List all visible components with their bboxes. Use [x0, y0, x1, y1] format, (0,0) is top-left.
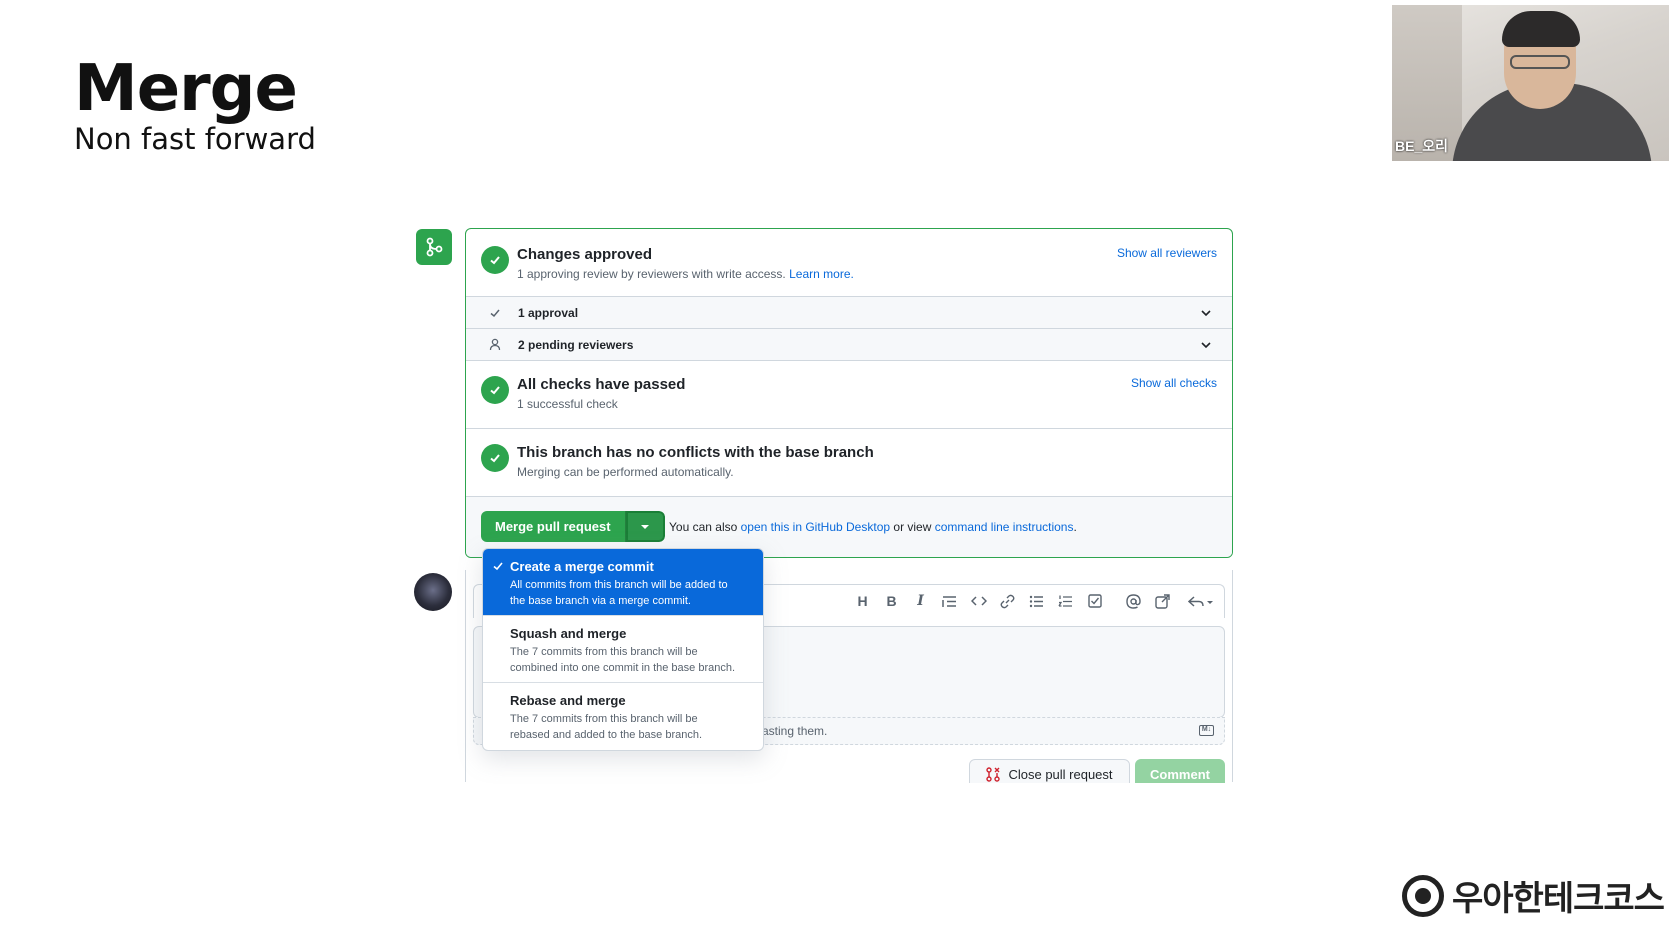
- option-description-line: The 7 commits from this branch will be: [510, 713, 698, 725]
- heading-icon[interactable]: H: [854, 592, 871, 610]
- merge-option-squash-and-merge[interactable]: Squash and merge The 7 commits from this…: [483, 616, 763, 683]
- option-description-line: The 7 commits from this branch will be: [510, 646, 698, 658]
- attach-hint-text: asting them.: [762, 724, 828, 738]
- period-text: .: [1073, 520, 1077, 534]
- chevron-down-icon[interactable]: [1200, 338, 1212, 356]
- option-description-line: All commits from this branch will be add…: [510, 579, 728, 591]
- code-icon[interactable]: [970, 592, 987, 610]
- checks-section: All checks have passed 1 successful chec…: [466, 361, 1232, 429]
- checks-heading: All checks have passed: [517, 376, 686, 393]
- conflicts-subtext: Merging can be performed automatically.: [517, 465, 734, 479]
- person-icon: [486, 338, 504, 351]
- presenter-hair: [1502, 11, 1580, 47]
- check-circle-icon: [481, 444, 509, 472]
- merge-option-rebase-and-merge[interactable]: Rebase and merge The 7 commits from this…: [483, 683, 763, 750]
- merge-box: Changes approved 1 approving review by r…: [465, 228, 1233, 558]
- merge-pull-request-button[interactable]: Merge pull request: [481, 511, 625, 542]
- approval-row[interactable]: 1 approval: [466, 297, 1232, 329]
- italic-icon[interactable]: I: [912, 592, 929, 610]
- conflicts-heading: This branch has no conflicts with the ba…: [517, 444, 874, 461]
- unordered-list-icon[interactable]: [1028, 592, 1045, 610]
- command-line-link[interactable]: command line instructions: [935, 520, 1074, 534]
- show-all-reviewers-link[interactable]: Show all reviewers: [1117, 246, 1217, 260]
- webcam-feed: BE_오리: [1392, 5, 1669, 161]
- option-title: Rebase and merge: [510, 693, 626, 708]
- ordered-list-icon[interactable]: [1057, 592, 1074, 610]
- mention-icon[interactable]: [1125, 592, 1142, 610]
- cropped-area: [400, 783, 1300, 843]
- approval-label: 1 approval: [518, 305, 579, 320]
- slide: Merge Non fast forward BE_오리 우아한테크코스 Cha…: [0, 0, 1674, 948]
- link-icon[interactable]: [999, 592, 1016, 610]
- reference-icon[interactable]: [1154, 592, 1171, 610]
- or-view-text: or view: [893, 520, 932, 534]
- pending-reviewers-label: 2 pending reviewers: [518, 337, 634, 352]
- show-all-checks-link[interactable]: Show all checks: [1131, 376, 1217, 390]
- brand-text: 우아한테크코스: [1452, 879, 1665, 919]
- close-pull-request-label: Close pull request: [1008, 766, 1113, 782]
- caret-down-icon: [641, 524, 650, 529]
- merge-option-create-merge-commit[interactable]: Create a merge commit All commits from t…: [483, 549, 763, 616]
- changes-approved-section: Changes approved 1 approving review by r…: [466, 229, 1232, 297]
- webcam-name-tag: BE_오리: [1395, 138, 1448, 154]
- quote-icon[interactable]: [941, 592, 958, 610]
- option-description-line: rebased and added to the base branch.: [510, 729, 703, 741]
- option-description-line: the base branch via a merge commit.: [510, 595, 691, 607]
- merge-method-dropdown-button[interactable]: [624, 511, 665, 542]
- github-desktop-link[interactable]: open this in GitHub Desktop: [741, 520, 890, 534]
- changes-approved-subtext: 1 approving review by reviewers with wri…: [517, 267, 854, 281]
- brand-logo: 우아한테크코스: [1402, 871, 1665, 920]
- learn-more-link[interactable]: Learn more.: [789, 267, 854, 281]
- checks-subtext: 1 successful check: [517, 397, 618, 411]
- reply-icon[interactable]: [1187, 592, 1215, 610]
- presenter-glasses: [1510, 55, 1570, 69]
- changes-approved-heading: Changes approved: [517, 246, 653, 263]
- woowa-logo-icon: [1402, 874, 1444, 917]
- also-prefix: You can also: [669, 520, 738, 534]
- option-description-line: combined into one commit in the base bra…: [510, 662, 736, 674]
- git-pull-request-closed-icon: [986, 766, 1001, 782]
- chevron-down-icon[interactable]: [1200, 306, 1212, 324]
- merge-button-group: Merge pull request: [481, 511, 665, 542]
- pending-reviewers-row[interactable]: 2 pending reviewers: [466, 329, 1232, 361]
- option-title: Squash and merge: [510, 626, 627, 641]
- check-icon: [486, 307, 504, 319]
- option-title: Create a merge commit: [510, 559, 654, 574]
- bold-icon[interactable]: B: [883, 592, 900, 610]
- git-merge-icon: [416, 229, 452, 265]
- slide-subtitle: Non fast forward: [74, 122, 316, 156]
- avatar[interactable]: [414, 573, 452, 611]
- check-circle-icon: [481, 376, 509, 404]
- slide-title: Merge: [74, 52, 298, 126]
- conflicts-section: This branch has no conflicts with the ba…: [466, 429, 1232, 497]
- merge-method-menu: Create a merge commit All commits from t…: [482, 548, 764, 751]
- check-circle-icon: [481, 246, 509, 274]
- task-list-icon[interactable]: [1086, 592, 1103, 610]
- alternative-merge-text: You can also open this in GitHub Desktop…: [669, 520, 1077, 534]
- check-icon: [492, 559, 504, 577]
- approved-description: 1 approving review by reviewers with wri…: [517, 267, 786, 281]
- markdown-icon: M↓: [1199, 725, 1214, 736]
